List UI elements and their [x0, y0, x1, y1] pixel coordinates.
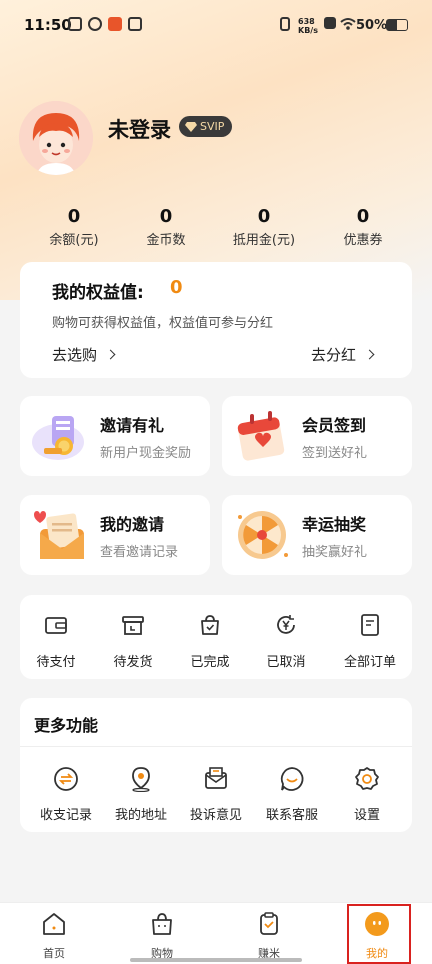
order-pending-payment[interactable]: 待支付 [18, 613, 94, 670]
stat-value: 0 [356, 206, 370, 227]
status-bar: 11:50 638 KB/s 50% [0, 0, 432, 50]
box-icon [122, 616, 144, 635]
stat-voucher-credit[interactable]: 0 抵用金(元) [219, 206, 309, 248]
func-address[interactable]: 我的地址 [103, 766, 179, 823]
my-invites-card[interactable]: 我的邀请 查看邀请记录 [20, 495, 210, 575]
chat-smile-icon [280, 767, 304, 791]
member-checkin-card[interactable]: 会员签到 签到送好礼 [222, 396, 412, 476]
message-icon [128, 17, 142, 31]
promo-title: 我的邀请 [100, 515, 165, 534]
divider [20, 746, 412, 747]
app-badge-icon [108, 17, 122, 31]
avatar[interactable] [19, 101, 93, 175]
invite-gift-icon [32, 416, 84, 460]
order-completed[interactable]: 已完成 [172, 613, 248, 670]
promo-subtitle: 查看邀请记录 [100, 545, 179, 560]
notification-icon [68, 17, 82, 31]
func-settings[interactable]: 设置 [329, 766, 405, 823]
func-label: 联系客服 [265, 808, 318, 823]
battery-percent: 50% [356, 18, 388, 33]
equity-value: 0 [170, 277, 183, 298]
document-icon [361, 614, 379, 636]
home-indicator [130, 958, 302, 962]
order-label: 已取消 [266, 655, 306, 670]
func-label: 投诉意见 [189, 808, 242, 823]
chevron-right-icon [364, 349, 375, 360]
equity-card: 我的权益值: 0 购物可获得权益值，权益值可参与分红 去选购 去分红 [20, 262, 412, 378]
lucky-draw-card[interactable]: 幸运抽奖 抽奖赢好礼 [222, 495, 412, 575]
chevron-right-icon [105, 349, 116, 360]
svip-badge-label: SVIP [200, 120, 225, 133]
network-speed: 638 KB/s [298, 17, 318, 35]
calendar-checkin-icon [237, 411, 285, 461]
wallet-icon [45, 617, 67, 634]
stat-label: 金币数 [146, 233, 186, 248]
no-sim-icon [324, 17, 336, 29]
earn-icon [260, 912, 278, 935]
func-customer-service[interactable]: 联系客服 [254, 766, 330, 823]
equity-description: 购物可获得权益值，权益值可参与分红 [52, 316, 274, 331]
prize-wheel-icon [238, 511, 288, 559]
nav-home[interactable]: 首页 [14, 911, 94, 961]
func-label: 设置 [353, 808, 380, 823]
func-feedback[interactable]: 投诉意见 [178, 766, 254, 823]
gear-icon [355, 767, 379, 790]
mail-icon [205, 767, 227, 789]
func-transactions[interactable]: 收支记录 [28, 766, 104, 823]
svip-badge: SVIP [179, 116, 233, 137]
order-label: 已完成 [190, 655, 230, 670]
promo-subtitle: 抽奖赢好礼 [302, 545, 368, 560]
selection-highlight [347, 904, 411, 964]
order-label: 待支付 [36, 655, 76, 670]
stat-label: 优惠券 [343, 233, 383, 248]
stat-value: 0 [159, 206, 173, 227]
yen-refresh-icon [277, 615, 295, 634]
location-icon [132, 767, 150, 793]
equity-title: 我的权益值: [52, 283, 144, 303]
section-title: 更多功能 [34, 716, 99, 735]
avatar-illustration [19, 101, 93, 175]
exchange-icon [54, 767, 78, 791]
invite-gift-card[interactable]: 邀请有礼 新用户现金奖励 [20, 396, 210, 476]
stat-coins[interactable]: 0 金币数 [121, 206, 211, 248]
username-label[interactable]: 未登录 [108, 114, 171, 144]
func-label: 收支记录 [39, 808, 92, 823]
stat-balance[interactable]: 0 余额(元) [29, 206, 119, 248]
orders-card: 待支付 待发货 已完成 已取消 全部订单 [20, 595, 412, 679]
shopping-bag-icon [152, 913, 172, 935]
bag-check-icon [201, 615, 219, 635]
app-notification-icon [88, 17, 102, 31]
stat-value: 0 [257, 206, 271, 227]
order-label: 全部订单 [343, 655, 396, 670]
diamond-icon [185, 121, 197, 132]
order-pending-shipment[interactable]: 待发货 [95, 613, 171, 670]
promo-subtitle: 新用户现金奖励 [100, 446, 192, 461]
nav-label: 首页 [43, 947, 65, 960]
battery-icon [386, 19, 408, 31]
order-all[interactable]: 全部订单 [332, 613, 408, 670]
go-shop-link[interactable]: 去选购 [52, 344, 116, 365]
order-label: 待发货 [113, 655, 153, 670]
promo-title: 幸运抽奖 [302, 515, 367, 534]
order-cancelled[interactable]: 已取消 [248, 613, 324, 670]
promo-title: 邀请有礼 [100, 416, 165, 435]
stat-coupons[interactable]: 0 优惠券 [318, 206, 408, 248]
envelope-icon [34, 511, 84, 559]
stat-label: 抵用金(元) [232, 233, 296, 248]
func-label: 我的地址 [114, 808, 167, 823]
go-shop-label: 去选购 [52, 346, 98, 364]
status-time: 11:50 [24, 16, 72, 34]
go-dividend-link[interactable]: 去分红 [311, 344, 375, 365]
nav-shopping[interactable]: 购物 [122, 911, 202, 961]
nav-earn[interactable]: 赚米 [229, 911, 309, 961]
promo-subtitle: 签到送好礼 [302, 446, 368, 461]
stat-value: 0 [67, 206, 81, 227]
stat-label: 余额(元) [49, 233, 99, 248]
go-dividend-label: 去分红 [311, 346, 357, 364]
home-icon [43, 913, 65, 935]
wifi-icon [340, 18, 356, 30]
more-functions-card: 更多功能 收支记录 我的地址 投诉意见 联系客服 设置 [20, 698, 412, 832]
promo-title: 会员签到 [302, 416, 367, 435]
vibrate-icon [280, 17, 290, 31]
